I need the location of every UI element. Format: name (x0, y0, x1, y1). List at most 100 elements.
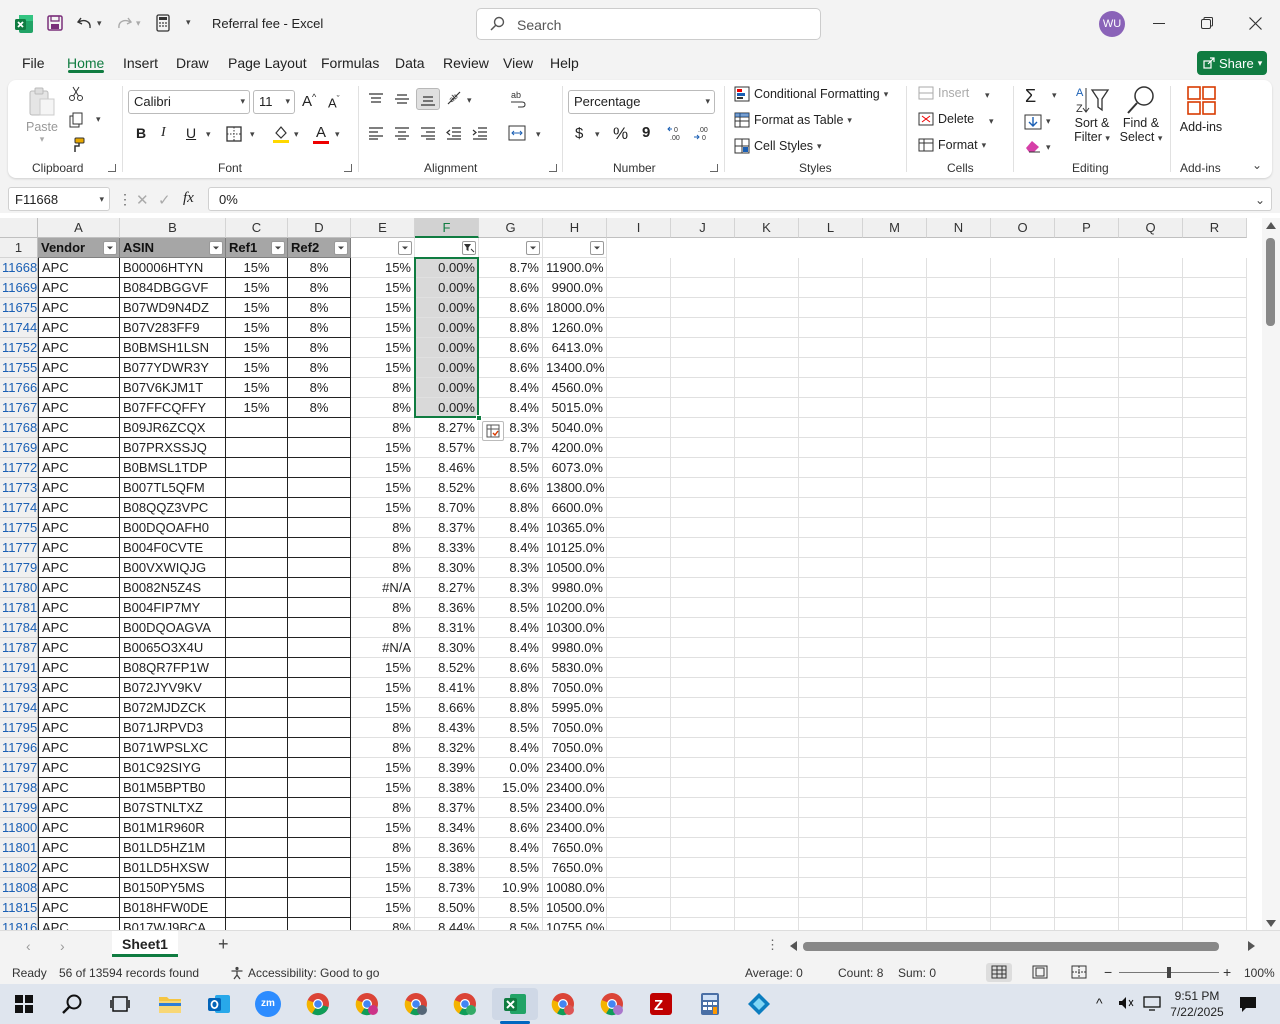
empty-cell[interactable] (671, 278, 735, 298)
empty-cell[interactable] (735, 838, 799, 858)
empty-cell[interactable] (991, 578, 1055, 598)
row-header[interactable]: 11784 (0, 618, 38, 638)
cell-e[interactable]: 8% (351, 718, 415, 738)
cell-f[interactable]: 8.36% (415, 838, 479, 858)
empty-cell[interactable] (735, 678, 799, 698)
cell-f[interactable]: 0.00% (415, 398, 479, 418)
empty-cell[interactable] (991, 338, 1055, 358)
cell-a[interactable]: APC (38, 378, 120, 398)
column-header-k[interactable]: K (735, 218, 799, 238)
empty-cell[interactable] (991, 658, 1055, 678)
empty-cell[interactable] (671, 818, 735, 838)
cell-f[interactable]: 8.33% (415, 538, 479, 558)
empty-cell[interactable] (991, 638, 1055, 658)
cell-g[interactable]: 8.6% (479, 298, 543, 318)
cell-d[interactable]: 8% (288, 378, 351, 398)
empty-cell[interactable] (799, 898, 863, 918)
empty-cell[interactable] (863, 498, 927, 518)
insert-function-icon[interactable]: fx (183, 190, 194, 207)
cell-b[interactable]: B0082N5Z4S (120, 578, 226, 598)
empty-cell[interactable] (991, 318, 1055, 338)
cell-b[interactable]: B004F0CVTE (120, 538, 226, 558)
windows-start-icon[interactable] (8, 988, 40, 1020)
empty-cell[interactable] (1055, 798, 1119, 818)
empty-cell[interactable] (1055, 898, 1119, 918)
accessibility-icon[interactable] (230, 966, 244, 980)
cell-d[interactable]: 8% (288, 258, 351, 278)
tab-help[interactable]: Help (550, 55, 579, 71)
orientation-icon[interactable]: ab (446, 90, 464, 106)
row-header[interactable]: 11787 (0, 638, 38, 658)
empty-cell[interactable] (991, 878, 1055, 898)
align-bottom-icon[interactable] (416, 88, 440, 110)
empty-cell[interactable] (799, 338, 863, 358)
empty-cell[interactable] (607, 578, 671, 598)
cell-h[interactable]: 23400.0% (543, 798, 607, 818)
empty-cell[interactable] (735, 258, 799, 278)
empty-cell[interactable] (735, 318, 799, 338)
cell-f[interactable]: 8.44% (415, 918, 479, 930)
row-header[interactable]: 11791 (0, 658, 38, 678)
empty-cell[interactable] (991, 678, 1055, 698)
empty-cell[interactable] (1055, 818, 1119, 838)
zoom-slider-thumb[interactable] (1167, 967, 1171, 978)
empty-cell[interactable] (671, 318, 735, 338)
row-header[interactable]: 11801 (0, 838, 38, 858)
row-header[interactable]: 11777 (0, 538, 38, 558)
row-header[interactable]: 11802 (0, 858, 38, 878)
cell-c[interactable] (226, 678, 288, 698)
font-launcher-icon[interactable] (344, 164, 352, 172)
cell-h[interactable]: 7050.0% (543, 718, 607, 738)
tab-review[interactable]: Review (443, 55, 489, 71)
cell-g[interactable]: 8.4% (479, 538, 543, 558)
cell-d[interactable]: 8% (288, 358, 351, 378)
empty-cell[interactable] (863, 258, 927, 278)
empty-cell[interactable] (671, 738, 735, 758)
empty-cell[interactable] (1055, 618, 1119, 638)
empty-cell[interactable] (1119, 418, 1183, 438)
cell-f[interactable]: 8.27% (415, 418, 479, 438)
filezilla-icon[interactable]: Z (645, 988, 677, 1020)
row-header[interactable]: 11772 (0, 458, 38, 478)
cell-h[interactable]: 10500.0% (543, 558, 607, 578)
copy-dropdown-icon[interactable]: ▾ (96, 114, 101, 125)
empty-cell[interactable] (1119, 318, 1183, 338)
more-options-icon[interactable]: ⋮ (118, 191, 132, 208)
cell-d[interactable] (288, 798, 351, 818)
tab-formulas[interactable]: Formulas (321, 55, 379, 71)
increase-font-icon[interactable]: A^ (302, 92, 316, 110)
column-header-b[interactable]: B (120, 218, 226, 238)
cell-g[interactable]: 8.4% (479, 398, 543, 418)
borders-icon[interactable] (226, 126, 242, 142)
next-sheet-icon[interactable]: › (60, 938, 65, 954)
empty-cell[interactable] (607, 598, 671, 618)
empty-cell[interactable] (1055, 758, 1119, 778)
empty-cell[interactable] (1183, 398, 1247, 418)
cell-d[interactable]: 8% (288, 318, 351, 338)
empty-cell[interactable] (863, 718, 927, 738)
align-center-icon[interactable] (394, 126, 410, 140)
empty-cell[interactable] (1055, 458, 1119, 478)
cell-b[interactable]: B07PRXSSJQ (120, 438, 226, 458)
row-header[interactable]: 11808 (0, 878, 38, 898)
empty-cell[interactable] (1183, 558, 1247, 578)
cell-h[interactable]: 6073.0% (543, 458, 607, 478)
empty-cell[interactable] (799, 298, 863, 318)
empty-cell[interactable] (1183, 338, 1247, 358)
empty-cell[interactable] (1183, 378, 1247, 398)
cell-f[interactable]: 8.37% (415, 798, 479, 818)
row-header[interactable]: 11798 (0, 778, 38, 798)
empty-cell[interactable] (735, 598, 799, 618)
bold-button[interactable]: B (136, 125, 146, 141)
decrease-indent-icon[interactable] (446, 126, 462, 140)
empty-cell[interactable] (671, 798, 735, 818)
row-header[interactable]: 11795 (0, 718, 38, 738)
conditional-formatting-button[interactable]: Conditional Formatting ▾ (734, 86, 888, 102)
empty-cell[interactable] (927, 338, 991, 358)
sheet-tab-sheet1[interactable]: Sheet1 (112, 931, 178, 957)
empty-cell[interactable] (1055, 678, 1119, 698)
cell-d[interactable] (288, 578, 351, 598)
empty-cell[interactable] (671, 418, 735, 438)
empty-cell[interactable] (863, 798, 927, 818)
cell-e[interactable]: #N/A (351, 578, 415, 598)
